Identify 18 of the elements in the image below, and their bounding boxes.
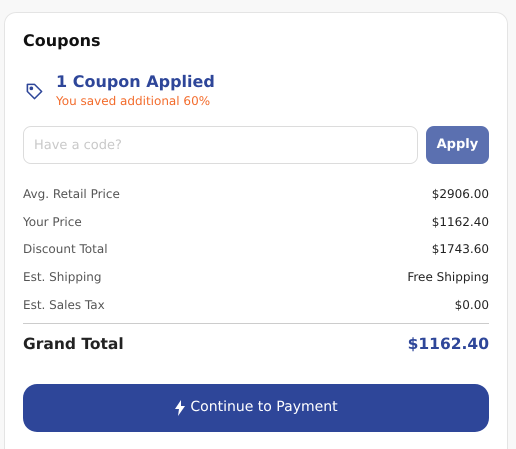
summary-value: Free Shipping [407,269,489,286]
summary-label: Discount Total [23,241,108,258]
summary-label: Est. Sales Tax [23,296,105,314]
tag-icon [25,82,44,101]
savings-note: You saved additional 60% [56,93,212,110]
summary-label: Your Price [23,214,82,231]
summary-value: $1743.60 [432,241,489,258]
continue-to-payment-button[interactable]: Continue to Payment [23,384,489,432]
summary-value: $2906.00 [432,186,489,204]
summary-label: Avg. Retail Price [23,186,120,204]
lightning-icon [174,400,186,416]
grand-total-value: $1162.40 [408,334,489,355]
summary-value: $0.00 [454,296,489,314]
grand-total-label: Grand Total [23,334,124,355]
coupon-status: 1 Coupon Applied [56,72,215,92]
summary-label: Est. Shipping [23,269,102,286]
card-title: Coupons [23,31,102,50]
summary-value: $1162.40 [432,214,489,231]
